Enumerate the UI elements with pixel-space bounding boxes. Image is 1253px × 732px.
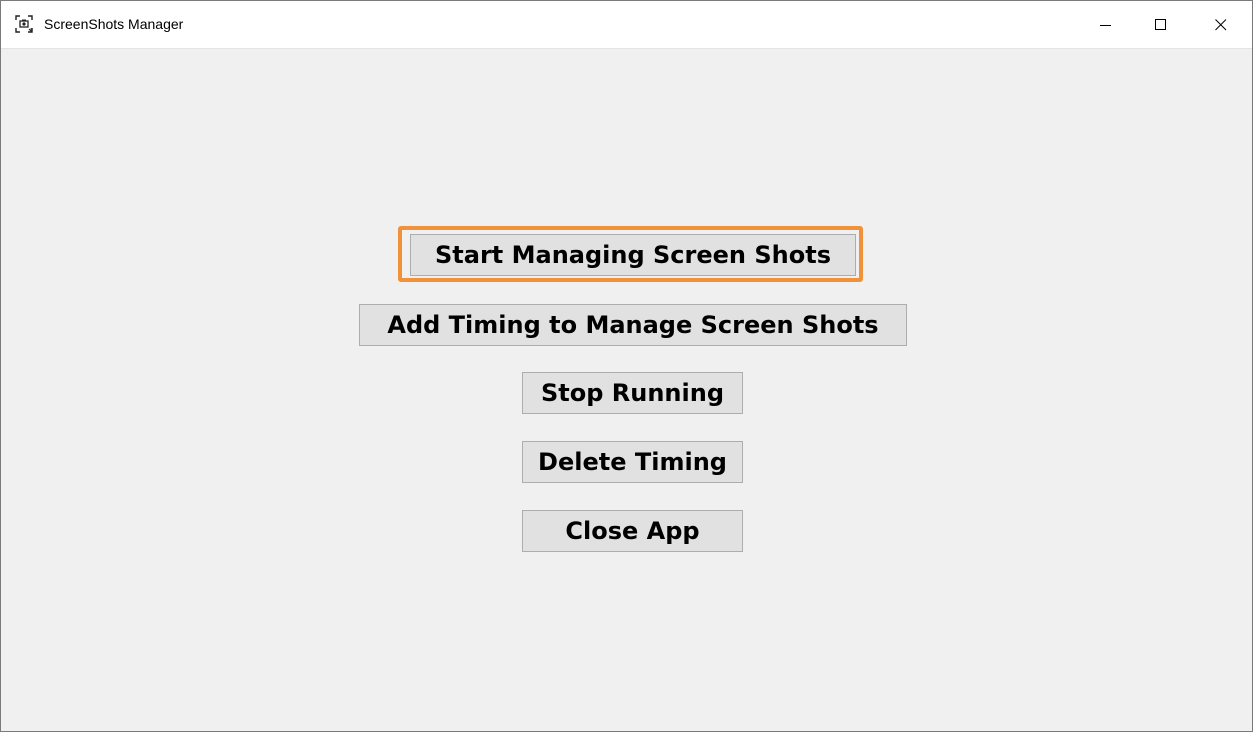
close-icon (1215, 19, 1227, 31)
app-window: ScreenShots Manager Start Managing Scree… (0, 0, 1253, 732)
stop-running-button[interactable]: Stop Running (522, 372, 743, 414)
close-app-button[interactable]: Close App (522, 510, 743, 552)
maximize-button[interactable] (1138, 9, 1184, 41)
minimize-button[interactable] (1083, 9, 1129, 41)
window-title: ScreenShots Manager (44, 16, 184, 32)
add-timing-button[interactable]: Add Timing to Manage Screen Shots (359, 304, 907, 346)
screenshot-app-icon (15, 15, 33, 33)
main-panel: Start Managing Screen Shots Add Timing t… (1, 49, 1252, 731)
maximize-icon (1155, 19, 1167, 31)
delete-timing-button[interactable]: Delete Timing (522, 441, 743, 483)
start-managing-button[interactable]: Start Managing Screen Shots (410, 234, 856, 276)
title-bar[interactable]: ScreenShots Manager (1, 1, 1252, 49)
minimize-icon (1100, 19, 1112, 31)
close-window-button[interactable] (1198, 9, 1244, 41)
